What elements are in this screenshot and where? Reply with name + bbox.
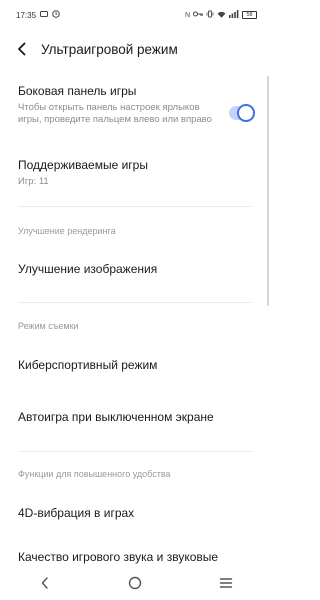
side-panel-title: Боковая панель игры (18, 84, 137, 98)
section-shooting-label: Режим съемки (18, 321, 79, 331)
message-icon (40, 10, 49, 20)
nfc-icon: N (184, 11, 190, 19)
divider (18, 302, 252, 303)
supported-games-row[interactable]: Поддерживаемые игры Игр: 11 (18, 158, 254, 188)
wifi-icon (217, 11, 226, 20)
signal-icon (229, 10, 239, 20)
battery-icon: 58 (242, 11, 257, 19)
esports-mode-title: Киберспортивный режим (18, 358, 158, 372)
back-arrow-icon (18, 42, 26, 56)
chevron-left-icon (41, 577, 48, 589)
status-time: 17:35 (16, 10, 37, 20)
nav-back-button[interactable] (30, 570, 60, 596)
section-render-label: Улучшение рендеринга (18, 226, 116, 236)
app-header: Ультраигровой режим (0, 33, 271, 65)
image-enhance-row[interactable]: Улучшение изображения (18, 262, 254, 277)
settings-list[interactable]: Боковая панель игры Чтобы открыть панель… (0, 72, 271, 568)
back-button[interactable] (14, 39, 30, 59)
clock-icon (52, 10, 60, 20)
scrollbar[interactable] (267, 76, 269, 306)
divider (18, 206, 252, 207)
page-title: Ультраигровой режим (41, 41, 178, 57)
key-icon (193, 11, 203, 19)
nav-home-button[interactable] (120, 570, 150, 596)
autoplay-screen-off-row[interactable]: Автоигра при выключенном экране (18, 410, 254, 425)
section-convenience-label: Функции для повышенного удобства (18, 469, 171, 479)
home-circle-icon (129, 576, 142, 590)
supported-games-count: Игр: 11 (18, 176, 49, 187)
esports-mode-row[interactable]: Киберспортивный режим (18, 358, 254, 373)
navigation-bar (0, 566, 271, 600)
vibrate-icon (206, 10, 214, 20)
nav-menu-button[interactable] (211, 570, 241, 596)
side-panel-toggle[interactable] (229, 104, 255, 122)
vibration-4d-row[interactable]: 4D-вибрация в играх (18, 506, 254, 521)
status-left: 17:35 (16, 10, 60, 20)
side-panel-row[interactable]: Боковая панель игры Чтобы открыть панель… (18, 84, 218, 126)
supported-games-title: Поддерживаемые игры (18, 158, 148, 172)
divider (18, 451, 252, 452)
vibration-4d-title: 4D-вибрация в играх (18, 506, 135, 520)
status-bar: 17:35 N 58 (0, 0, 271, 30)
status-right: N 58 (185, 10, 257, 20)
image-enhance-title: Улучшение изображения (18, 262, 158, 276)
side-panel-subtitle: Чтобы открыть панель настроек ярлыков иг… (18, 102, 212, 125)
autoplay-screen-off-title: Автоигра при выключенном экране (18, 410, 214, 424)
menu-icon (219, 578, 233, 588)
toggle-knob (237, 104, 255, 122)
